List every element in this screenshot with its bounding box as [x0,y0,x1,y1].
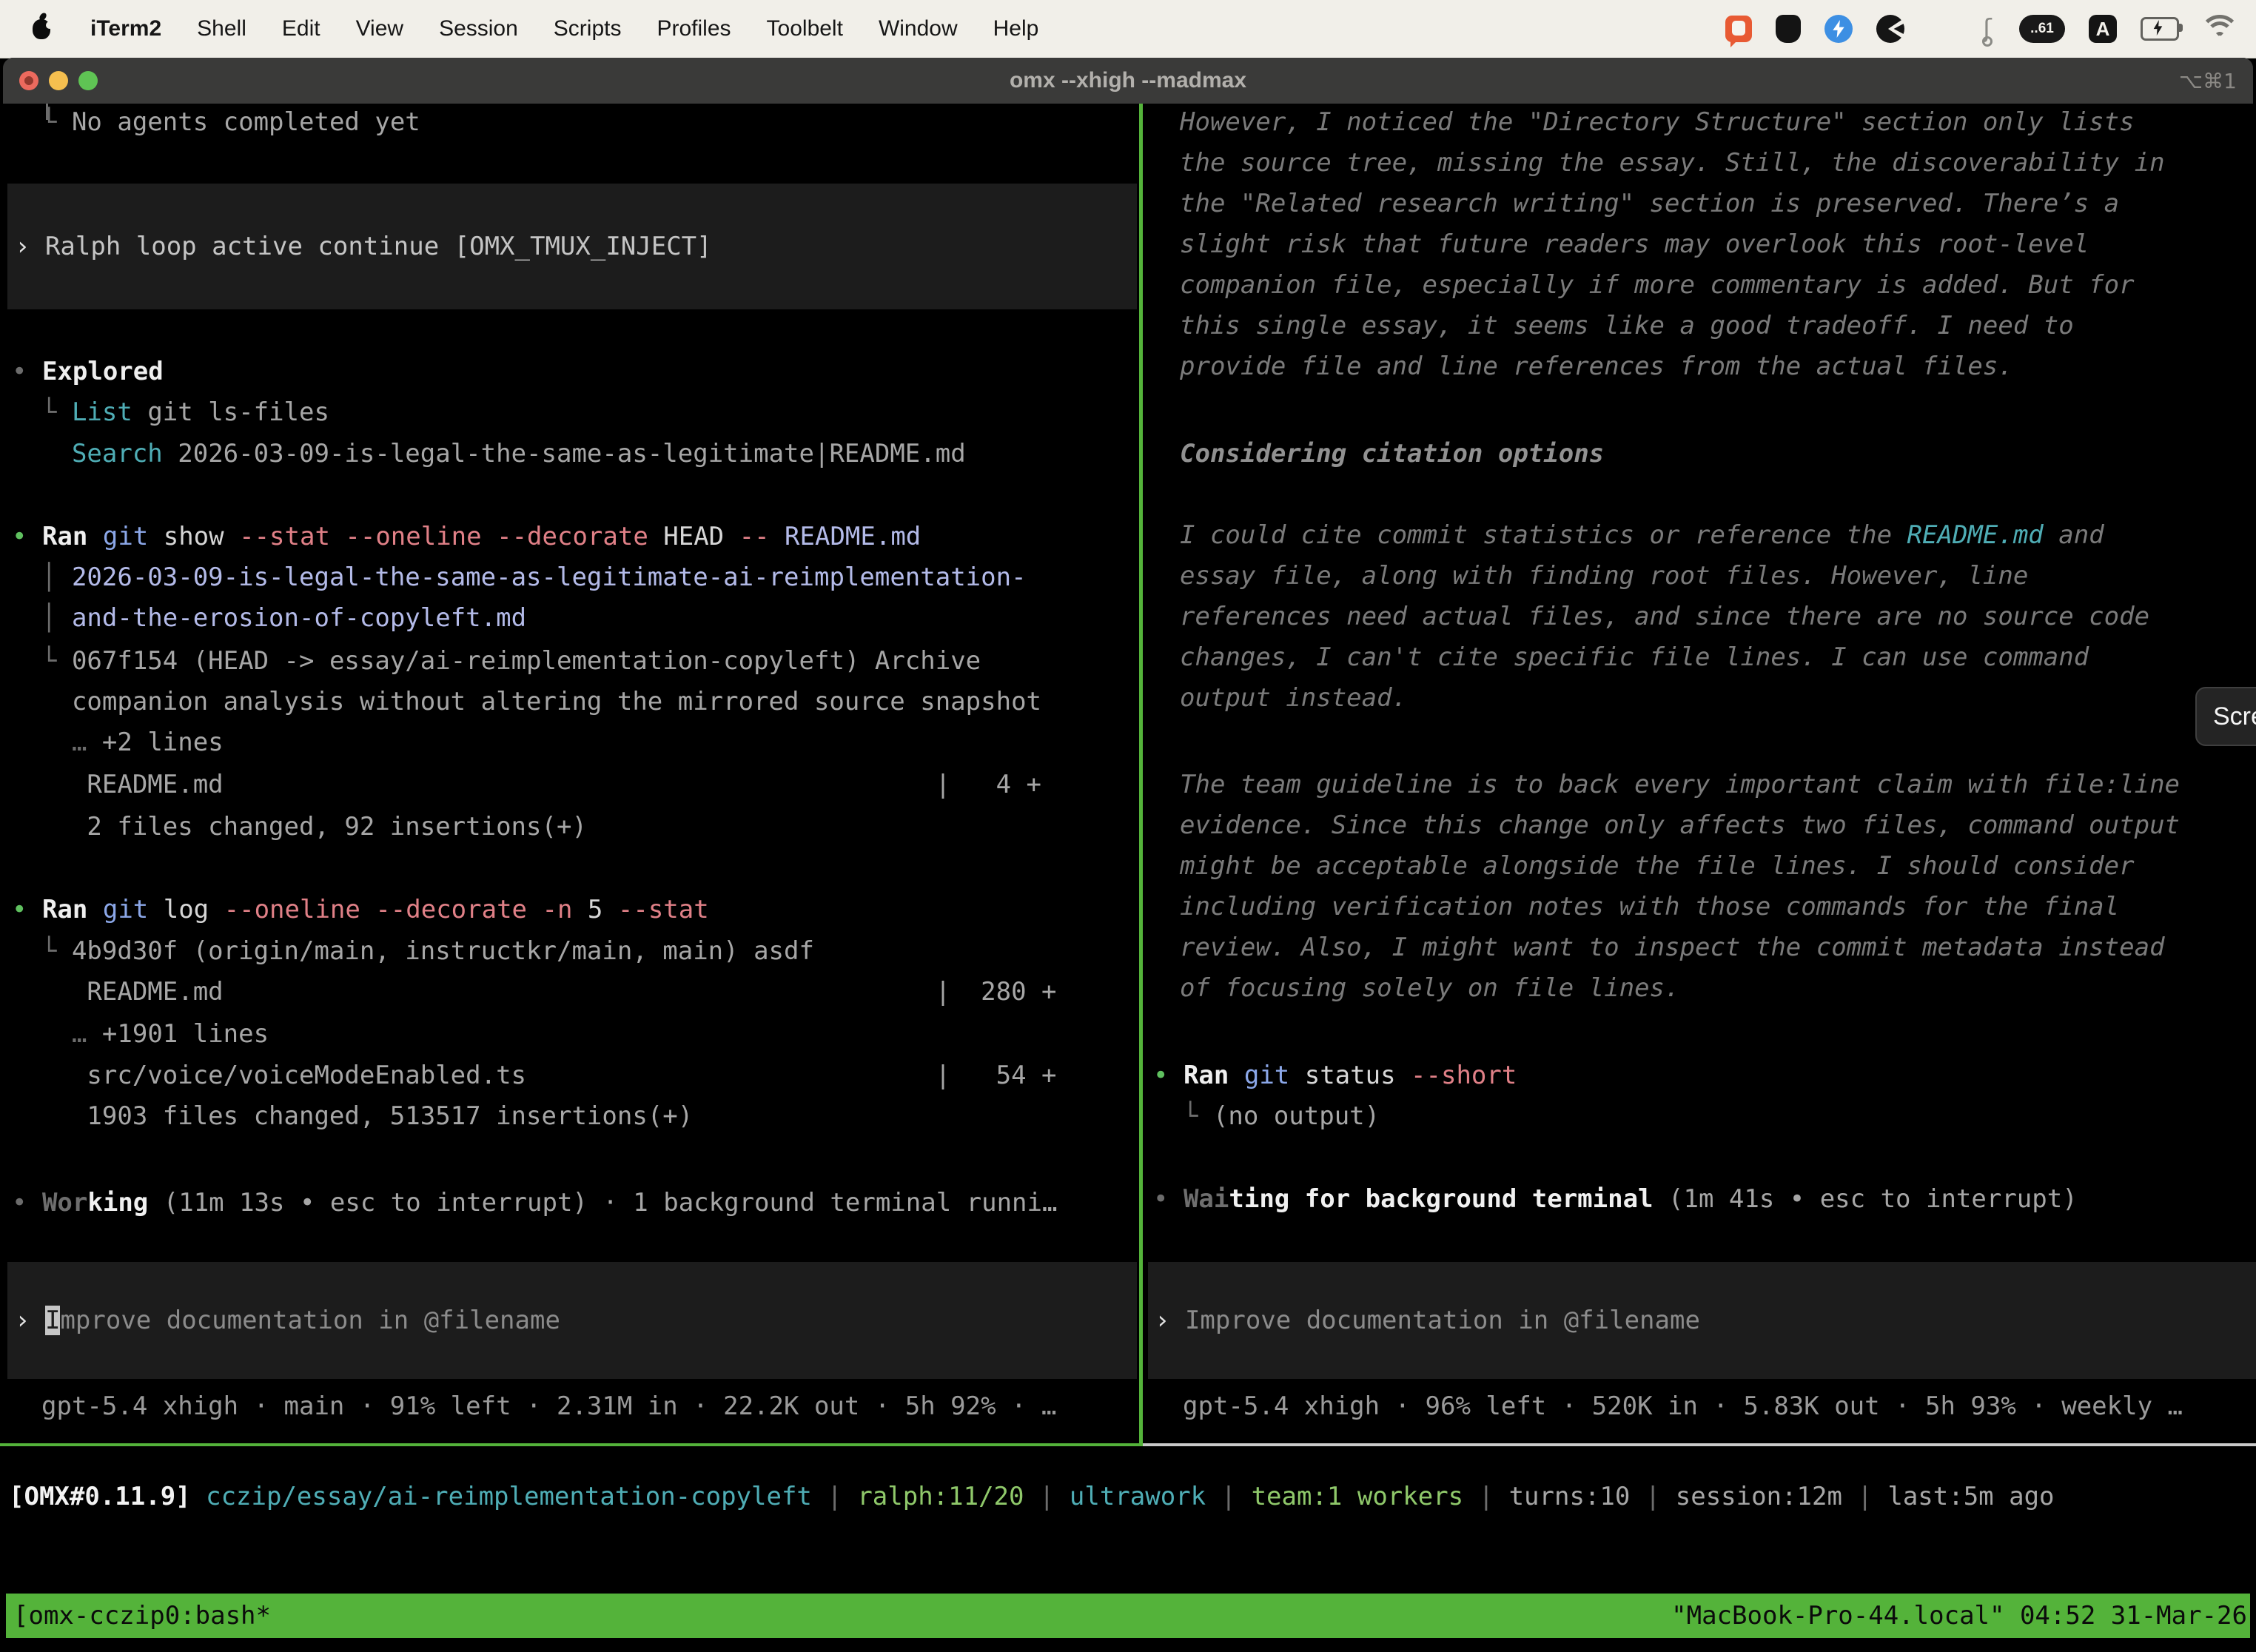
apple-icon[interactable] [33,19,50,39]
screen: { "menubar": { "app": "iTerm2", "items":… [0,0,2256,1652]
chat-bubble-icon[interactable] [1725,16,1752,42]
reasoning-p3: The team guideline is to back every impo… [1180,763,2180,806]
screen-tooltip-label: Scre [2213,702,2256,731]
reasoning-p2: essay file, along with finding root file… [1180,554,2028,597]
menu-item-6[interactable]: Toolbelt [767,16,843,41]
menu-item-1[interactable]: Edit [282,16,320,41]
dots-grid-icon[interactable] [1928,16,1955,43]
reasoning-p2: references need actual files, and since … [1180,595,2149,638]
dark-circle-icon[interactable] [1876,15,1904,43]
stat-readme-4: README.md | 4 + [41,763,1041,806]
explored-list: └ List git ls-files [41,391,329,434]
menu-item-0[interactable]: Shell [197,16,246,41]
reasoning-p1: provide file and line references from th… [1180,345,2013,388]
tmux-host-clock: "MacBook-Pro-44.local" 04:52 31-Mar-26 [1671,1601,2250,1631]
menubar-status-icons: ʃ ..61 A [1725,14,2256,44]
more-lines: … +2 lines [41,721,224,764]
compass-badge-icon[interactable] [1824,15,1853,43]
reasoning-p3: evidence. Since this change only affects… [1180,804,2180,847]
stat-readme-280: README.md | 280 + [41,970,1056,1013]
ran-git-status: • Ran git status --short [1153,1054,1517,1097]
pane-divider[interactable] [1139,104,1143,1446]
ralph-loop-line: › Ralph loop active continue [OMX_TMUX_I… [15,225,712,268]
omx-status-line: [OMX#0.11.9] cczip/essay/ai-reimplementa… [9,1475,2055,1518]
no-output-line: └ (no output) [1183,1095,1380,1138]
screen-tooltip: Scre [2195,687,2256,746]
reasoning-p2: changes, I can't cite specific file line… [1180,636,2089,679]
reasoning-p1: slight risk that future readers may over… [1180,223,2089,266]
reasoning-p3: might be acceptable alongside the file l… [1180,845,2135,887]
menu-item-2[interactable]: View [356,16,403,41]
no-agents-line: └ No agents completed yet [41,101,420,144]
reasoning-p1: companion file, especially if more comme… [1180,263,2135,306]
working-status: • Working (11m 13s • esc to interrupt) ·… [12,1181,1057,1224]
explored-header: • Explored [12,350,164,393]
reasoning-p1: the source tree, missing the essay. Stil… [1180,141,2165,184]
menu-item-app[interactable]: iTerm2 [90,16,161,41]
tmux-session-label: [omx-cczip0:bash* [6,1601,271,1631]
log-commit-line: └ 4b9d30f (origin/main, instructkr/main,… [41,930,814,973]
more-lines-2: … +1901 lines [41,1013,269,1055]
left-pane-bottom-border [0,1443,1139,1446]
count-badge-icon[interactable]: ..61 [2019,15,2065,43]
show-cont-1: │ 2026-03-09-is-legal-the-same-as-legiti… [41,556,1027,599]
reasoning-p2: I could cite commit statistics or refere… [1180,514,2104,557]
reasoning-heading: Considering citation options [1180,432,1604,475]
reasoning-p3: of focusing solely on file lines. [1180,967,1680,1010]
right-pane-bottom-border [1143,1443,2256,1446]
battery-icon[interactable] [2141,17,2179,41]
wifi-icon[interactable] [2203,16,2237,41]
reasoning-p2: output instead. [1180,676,1407,719]
window-title-bar: omx --xhigh --madmax ⌥⌘1 [3,58,2253,104]
reasoning-p3: including verification notes with those … [1180,885,2119,928]
stat-summary-2: 1903 files changed, 513517 insertions(+) [41,1095,693,1138]
menu-bar: iTerm2 Shell Edit View Session Scripts Profil… [0,0,2256,58]
reasoning-p3: review. Also, I might want to inspect th… [1180,926,2165,969]
reasoning-p1: the "Related research writing" section i… [1180,182,2119,225]
waiting-status: • Waiting for background terminal (1m 41… [1153,1178,2078,1220]
shield-grid-icon[interactable] [1776,15,1801,43]
left-prompt-input: › Improve documentation in @filename [15,1299,560,1342]
left-model-status: gpt-5.4 xhigh · main · 91% left · 2.31M … [41,1385,1056,1428]
right-prompt-input: › Improve documentation in @filename [1155,1299,1700,1342]
menu-item-list: Shell Edit View Session Scripts Profiles Toolb… [197,16,1038,41]
menu-item-3[interactable]: Session [439,16,518,41]
letter-a-icon[interactable]: A [2089,15,2117,43]
stat-src-voice: src/voice/voiceModeEnabled.ts | 54 + [41,1054,1056,1097]
commit-line-2: companion analysis without altering the … [41,680,1041,723]
stat-summary-1: 2 files changed, 92 insertions(+) [41,805,587,848]
show-cont-2: │ and-the-erosion-of-copyleft.md [41,597,526,639]
ran-git-show: • Ran git show --stat --oneline --decora… [12,515,921,558]
reasoning-p1: this single essay, it seems like a good … [1180,304,2074,347]
explored-search: Search 2026-03-09-is-legal-the-same-as-l… [41,432,966,475]
menu-item-7[interactable]: Window [879,16,958,41]
menu-items: iTerm2 Shell Edit View Session Scripts Profil… [33,16,1038,41]
right-model-status: gpt-5.4 xhigh · 96% left · 520K in · 5.8… [1183,1385,2183,1428]
menu-item-4[interactable]: Scripts [554,16,622,41]
menu-item-5[interactable]: Profiles [657,16,731,41]
menu-item-8[interactable]: Help [993,16,1039,41]
commit-line: └ 067f154 (HEAD -> essay/ai-reimplementa… [41,639,981,682]
reasoning-p1: However, I noticed the "Directory Struct… [1180,101,2135,144]
squiggle-icon[interactable]: ʃ [1979,14,1995,44]
tmux-status-bar: [omx-cczip0:bash* "MacBook-Pro-44.local"… [6,1594,2250,1638]
ran-git-log: • Ran git log --oneline --decorate -n 5 … [12,888,709,931]
window-shortcut-badge: ⌥⌘1 [2179,58,2237,104]
window-title: omx --xhigh --madmax [3,58,2253,104]
